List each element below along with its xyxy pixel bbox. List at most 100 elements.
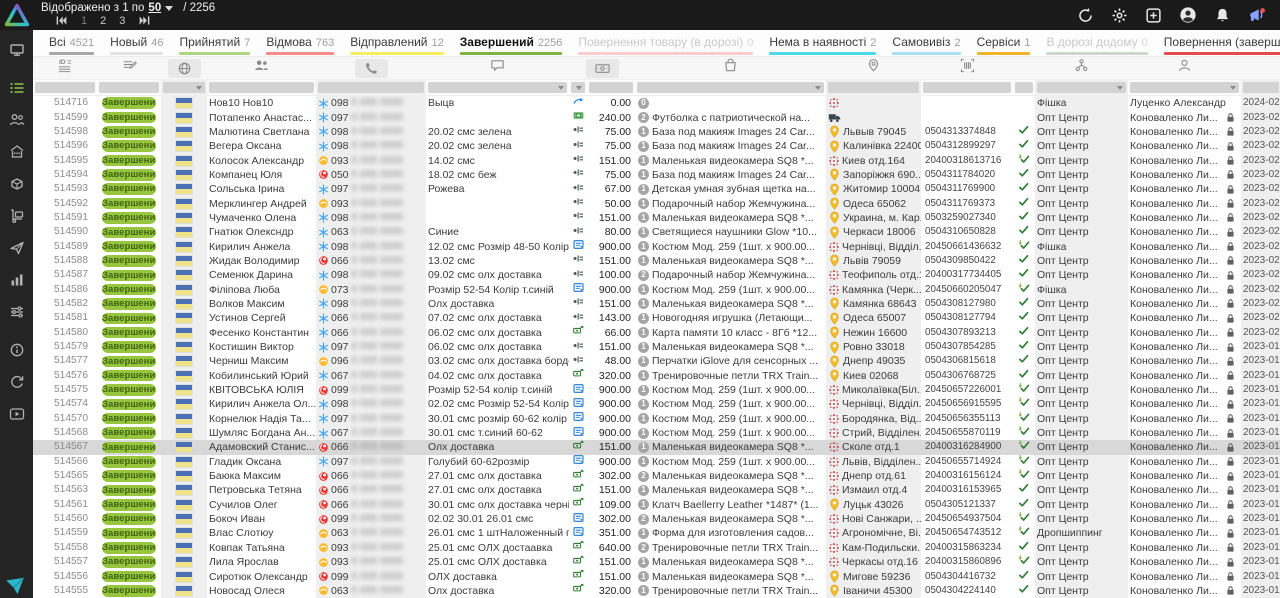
tab-7[interactable]: Нема в наявності2 bbox=[769, 30, 876, 56]
column-header-country[interactable] bbox=[161, 57, 207, 79]
sidebar-item-video-tutorials[interactable] bbox=[9, 406, 25, 427]
first-page-button[interactable] bbox=[55, 14, 68, 27]
table-row[interactable]: 514568ЗавершенийШумляс Богдана Ан...0678… bbox=[33, 426, 1280, 440]
table-row[interactable]: 514595ЗавершенийКолосок Александр0938 88… bbox=[33, 153, 1280, 167]
column-header-status[interactable] bbox=[97, 57, 161, 79]
filter-caret-icon[interactable] bbox=[558, 86, 564, 90]
column-header-date[interactable] bbox=[1241, 57, 1280, 79]
column-header-payment[interactable] bbox=[569, 57, 635, 79]
table-row[interactable]: 514579ЗавершенийКостишин Виктор0978 888 … bbox=[33, 340, 1280, 354]
table-row[interactable]: 514594ЗавершенийКомпанец Юля0508 888 888… bbox=[33, 168, 1280, 182]
sidebar-item-statistics[interactable] bbox=[9, 272, 25, 293]
table-row[interactable]: 514589ЗавершенийКирилич Анжела0988 888 8… bbox=[33, 239, 1280, 253]
table-row[interactable]: 514565ЗавершенийБаюка Максим0668 888 888… bbox=[33, 469, 1280, 483]
sidebar-item-clients[interactable] bbox=[9, 112, 25, 133]
table-row[interactable]: 514596ЗавершенийВегера Оксана0988 888 88… bbox=[33, 139, 1280, 153]
tab-6[interactable]: Повернення товару (в дорозі)0 bbox=[578, 30, 753, 56]
column-header-manager[interactable] bbox=[1128, 57, 1241, 79]
sidebar-item-marketplace[interactable] bbox=[9, 144, 25, 165]
per-page-caret-icon[interactable] bbox=[165, 6, 173, 11]
sidebar-item-mailing[interactable] bbox=[9, 240, 25, 261]
column-header-products[interactable] bbox=[635, 57, 826, 79]
filter-caret-icon[interactable] bbox=[815, 86, 821, 90]
tab-1[interactable]: Новый46 bbox=[110, 30, 163, 56]
announcements-icon[interactable] bbox=[1248, 6, 1266, 24]
table-row[interactable]: 514581ЗавершенийУстинов Сергей0668 888 8… bbox=[33, 311, 1280, 325]
filter-comment[interactable] bbox=[428, 82, 567, 93]
table-row[interactable]: 514574ЗавершенийКирилич Анжела Ол...0988… bbox=[33, 397, 1280, 411]
sidebar-item-returns[interactable] bbox=[9, 374, 25, 395]
table-row[interactable]: 514580ЗавершенийФесенко Константин0668 8… bbox=[33, 326, 1280, 340]
sidebar-item-purchases[interactable] bbox=[9, 208, 25, 229]
column-header-delivery-status[interactable] bbox=[1013, 57, 1035, 79]
app-logo-icon[interactable] bbox=[0, 0, 33, 30]
page-number-1[interactable]: 1 bbox=[81, 15, 87, 27]
refresh-icon[interactable] bbox=[1077, 7, 1094, 24]
tab-4[interactable]: Відправлений12 bbox=[350, 30, 444, 56]
filter-manager[interactable] bbox=[1130, 82, 1239, 93]
table-row[interactable]: 514576ЗавершенийКобилинський Юрий0678 88… bbox=[33, 369, 1280, 383]
filter-caret-icon[interactable] bbox=[196, 86, 202, 90]
sidebar-item-info[interactable] bbox=[9, 342, 25, 363]
gear-icon[interactable] bbox=[1111, 7, 1128, 24]
table-row[interactable]: 514566ЗавершенийГладик Оксана0978 888 88… bbox=[33, 455, 1280, 469]
chat-widget-icon[interactable] bbox=[5, 576, 25, 598]
table-row[interactable]: 514556ЗавершенийСиротюк Олександр0998 88… bbox=[33, 569, 1280, 583]
filter-caret-icon[interactable] bbox=[576, 86, 582, 90]
table-row[interactable]: 514593ЗавершенийСольська Ірина0978 888 8… bbox=[33, 182, 1280, 196]
tab-10[interactable]: В дорозі додому0 bbox=[1046, 30, 1147, 56]
per-page-select[interactable]: 50 bbox=[148, 2, 161, 14]
filter-address[interactable] bbox=[828, 82, 919, 93]
filter-id[interactable] bbox=[35, 82, 95, 93]
notifications-bell-icon[interactable] bbox=[1214, 7, 1231, 24]
column-header-order-id[interactable]: ID bbox=[33, 57, 97, 79]
table-row[interactable]: 514599ЗавершенийПотапенко Анастас...0978… bbox=[33, 110, 1280, 124]
filter-amount[interactable] bbox=[589, 82, 633, 93]
column-header-comment[interactable] bbox=[426, 57, 569, 79]
filter-country[interactable] bbox=[163, 82, 205, 93]
filter-caret-icon[interactable] bbox=[1117, 86, 1123, 90]
column-header-delivery-address[interactable] bbox=[826, 57, 921, 79]
add-order-icon[interactable] bbox=[1145, 7, 1162, 24]
table-row[interactable]: 514592ЗавершенийМерклингер Андрей0938 88… bbox=[33, 196, 1280, 210]
table-row[interactable]: 514561ЗавершенийСучилов Олег0668 888 888… bbox=[33, 498, 1280, 512]
filter-client[interactable] bbox=[209, 82, 314, 93]
account-icon[interactable] bbox=[1179, 6, 1197, 24]
sidebar-item-orders[interactable] bbox=[9, 80, 25, 101]
sidebar-item-products[interactable] bbox=[9, 176, 25, 197]
tab-9[interactable]: Сервіси1 bbox=[977, 30, 1031, 56]
table-row[interactable]: 514575ЗавершенийКВІТОВСЬКА ЮЛІЯ0998 888 … bbox=[33, 383, 1280, 397]
sidebar-item-integrations[interactable] bbox=[9, 304, 25, 325]
sidebar-item-dashboard[interactable] bbox=[9, 42, 25, 63]
table-row[interactable]: 514560ЗавершенийБокоч Иван0998 888 88880… bbox=[33, 512, 1280, 526]
filter-products[interactable] bbox=[637, 82, 824, 93]
tab-3[interactable]: Відмова763 bbox=[266, 30, 334, 56]
filter-status[interactable] bbox=[99, 82, 159, 93]
table-row[interactable]: 514567ЗавершенийАдамовский Станис...0668… bbox=[33, 440, 1280, 454]
filter-tracking[interactable] bbox=[923, 82, 1011, 93]
table-row[interactable]: 514582ЗавершенийВолков Максим0988 888 88… bbox=[33, 297, 1280, 311]
tab-0[interactable]: Всі4521 bbox=[49, 30, 94, 56]
table-row[interactable]: 514590ЗавершенийГнатюк Олексндр0638 888 … bbox=[33, 225, 1280, 239]
column-header-tracking[interactable] bbox=[921, 57, 1013, 79]
table-row[interactable]: 514588ЗавершенийЖидак Володимир0668 888 … bbox=[33, 254, 1280, 268]
column-header-client[interactable] bbox=[207, 57, 316, 79]
table-row[interactable]: 514591ЗавершенийЧумаченко Олена0988 888 … bbox=[33, 211, 1280, 225]
table-row[interactable]: 514557ЗавершенийЛила Ярослав0938 888 888… bbox=[33, 555, 1280, 569]
page-number-3[interactable]: 3 bbox=[119, 15, 125, 27]
filter-delivery-status[interactable] bbox=[1015, 82, 1033, 93]
column-header-source[interactable] bbox=[1035, 57, 1128, 79]
table-row[interactable]: 514563ЗавершенийПетровська Тетяна0668 88… bbox=[33, 483, 1280, 497]
table-row[interactable]: 514577ЗавершенийЧерниш Максим0968 888 88… bbox=[33, 354, 1280, 368]
table-row[interactable]: 514570ЗавершенийКорнелюк Надія Та...0978… bbox=[33, 412, 1280, 426]
table-row[interactable]: 514598ЗавершенийМалютина Светлана0988 88… bbox=[33, 125, 1280, 139]
filter-source[interactable] bbox=[1037, 82, 1126, 93]
tab-11[interactable]: Повернення (завершений)125 bbox=[1164, 30, 1280, 56]
page-number-2[interactable]: 2 bbox=[100, 15, 106, 27]
table-row[interactable]: 514587ЗавершенийСеменюк Дарина0988 888 8… bbox=[33, 268, 1280, 282]
tab-2[interactable]: Прийнятий7 bbox=[179, 30, 250, 56]
table-row[interactable]: 514559ЗавершенийВлас Слотюу0638 888 8888… bbox=[33, 526, 1280, 540]
tab-5[interactable]: Завершений2256 bbox=[460, 30, 563, 56]
tab-8[interactable]: Самовивіз2 bbox=[892, 30, 960, 56]
filter-date[interactable] bbox=[1243, 82, 1279, 93]
